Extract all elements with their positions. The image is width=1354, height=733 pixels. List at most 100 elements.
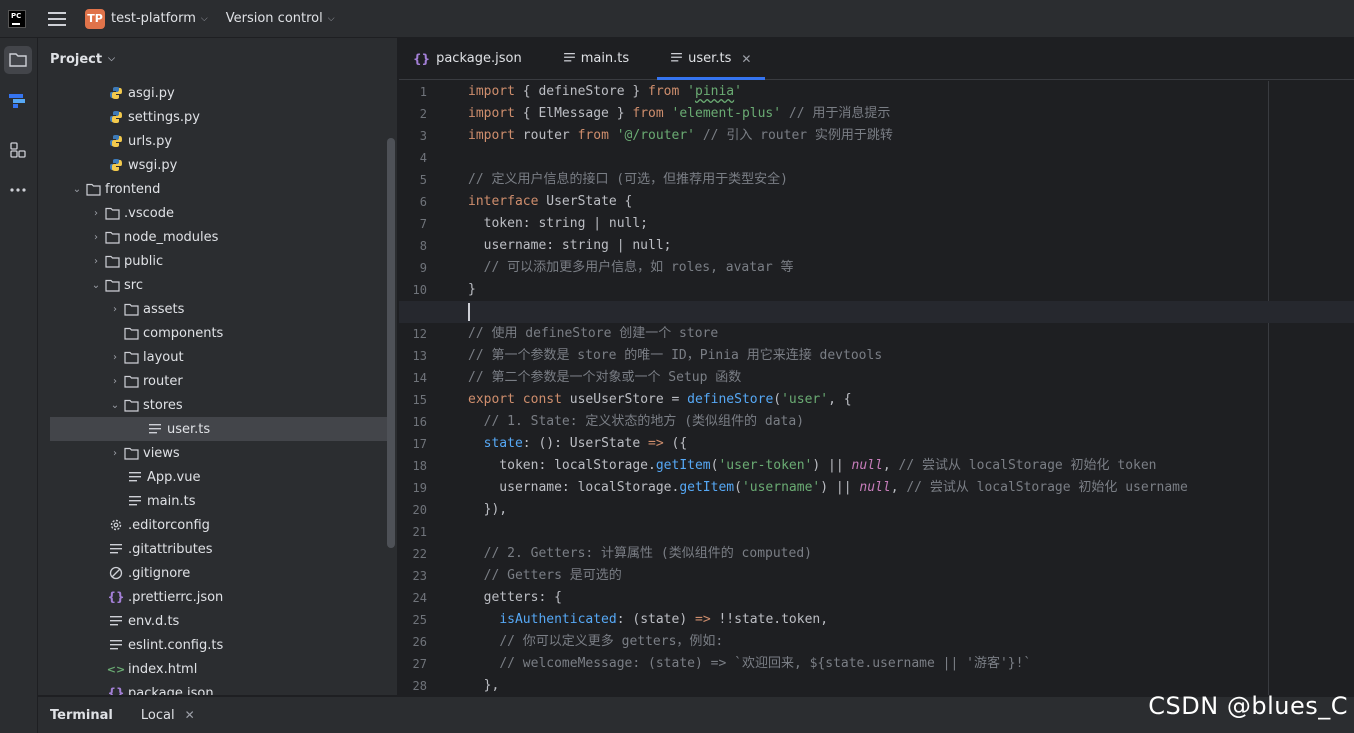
tab-main-ts[interactable]: main.ts xyxy=(550,38,643,80)
code-line[interactable]: // 2. Getters: 计算属性 (类似组件的 computed) xyxy=(468,543,1348,565)
code-line[interactable]: }), xyxy=(468,499,1348,521)
chevron-right-icon[interactable]: › xyxy=(107,304,123,315)
code-line[interactable]: // 使用 defineStore 创建一个 store xyxy=(468,323,1348,345)
close-icon[interactable]: ✕ xyxy=(741,52,751,66)
chevron-down-icon[interactable]: ⌄ xyxy=(107,400,123,411)
chevron-right-icon[interactable]: › xyxy=(107,352,123,363)
tree-item-eslint-config[interactable]: eslint.config.ts xyxy=(38,633,388,657)
code-line[interactable]: // Getters 是可选的 xyxy=(468,565,1348,587)
close-icon[interactable]: ✕ xyxy=(185,708,195,722)
tree-item-gitattributes[interactable]: .gitattributes xyxy=(38,537,388,561)
code-line[interactable]: // 你可以定义更多 getters，例如: xyxy=(468,631,1348,653)
code-line[interactable]: state: (): UserState => ({ xyxy=(468,433,1348,455)
tree-item-editorconfig[interactable]: .editorconfig xyxy=(38,513,388,537)
tree-item-layout[interactable]: › layout xyxy=(38,345,388,369)
chevron-down-icon[interactable]: ⌵ xyxy=(108,54,115,64)
tree-item-frontend[interactable]: ⌄ frontend xyxy=(38,177,388,201)
terminal-tab-local[interactable]: Local xyxy=(141,708,175,723)
chevron-right-icon[interactable]: › xyxy=(88,256,104,267)
plugins-tool-icon[interactable] xyxy=(4,136,32,164)
tree-item-package-json[interactable]: {} package.json xyxy=(38,681,388,696)
main-menu-icon[interactable] xyxy=(48,11,66,26)
code-line[interactable]: export const useUserStore = defineStore(… xyxy=(468,389,1348,411)
project-switcher[interactable]: test-platform xyxy=(111,11,196,26)
folder-icon xyxy=(123,301,139,317)
code-line[interactable]: getters: { xyxy=(468,587,1348,609)
chevron-down-icon[interactable]: ⌄ xyxy=(88,280,104,291)
terminal-title[interactable]: Terminal xyxy=(50,708,113,723)
code-line[interactable]: isAuthenticated: (state) => !!state.toke… xyxy=(468,609,1348,631)
folder-icon xyxy=(104,277,120,293)
line-number: 16 xyxy=(412,415,427,429)
tree-item-label: .prettierrc.json xyxy=(128,589,224,605)
line-number: 4 xyxy=(419,151,427,165)
python-file-icon xyxy=(108,109,124,125)
tree-item-stores[interactable]: ⌄ stores xyxy=(38,393,388,417)
chevron-down-icon[interactable]: ⌵ xyxy=(201,14,208,24)
code-line[interactable]: // welcomeMessage: (state) => `欢迎回来, ${s… xyxy=(468,653,1348,675)
code-line[interactable]: import router from '@/router' // 引入 rout… xyxy=(468,125,1348,147)
code-line[interactable]: token: string | null; xyxy=(468,213,1348,235)
code-line[interactable]: username: string | null; xyxy=(468,235,1348,257)
tree-item-user-ts[interactable]: user.ts xyxy=(50,417,388,441)
chevron-down-icon[interactable]: ⌵ xyxy=(328,14,335,24)
code-line[interactable] xyxy=(468,521,1348,543)
tree-item-label: public xyxy=(124,253,164,269)
code-line[interactable]: // 第一个参数是 store 的唯一 ID，Pinia 用它来连接 devto… xyxy=(468,345,1348,367)
structure-tool-icon[interactable] xyxy=(4,86,32,114)
project-panel-header[interactable]: Project ⌵ xyxy=(38,38,397,80)
tree-item-label: wsgi.py xyxy=(128,157,178,173)
tree-item-urls[interactable]: urls.py xyxy=(38,129,388,153)
tree-item-gitignore[interactable]: .gitignore xyxy=(38,561,388,585)
tree-item-label: components xyxy=(143,325,224,341)
code-line[interactable]: interface UserState { xyxy=(468,191,1348,213)
tree-item-public[interactable]: › public xyxy=(38,249,388,273)
code-line[interactable]: // 定义用户信息的接口 (可选，但推荐用于类型安全) xyxy=(468,169,1348,191)
code-line[interactable] xyxy=(399,301,1354,323)
code-lines[interactable]: import { defineStore } from 'pinia' impor… xyxy=(399,81,1354,695)
tree-item-assets[interactable]: › assets xyxy=(38,297,388,321)
line-number-gutter[interactable]: 1 2 3 4 5 6 7 8 9 10 11 12 13 14 15 16 1… xyxy=(399,81,463,695)
tree-item-src[interactable]: ⌄ src xyxy=(38,273,388,297)
more-tools-icon[interactable] xyxy=(4,176,32,204)
code-line[interactable]: token: localStorage.getItem('user-token'… xyxy=(468,455,1348,477)
code-line[interactable]: import { defineStore } from 'pinia' xyxy=(468,81,1348,103)
code-line[interactable]: } xyxy=(468,279,1348,301)
code-line[interactable]: // 1. State: 定义状态的地方 (类似组件的 data) xyxy=(468,411,1348,433)
folder-icon xyxy=(123,445,139,461)
code-line[interactable]: // 第二个参数是一个对象或一个 Setup 函数 xyxy=(468,367,1348,389)
tree-item-index-html[interactable]: <> index.html xyxy=(38,657,388,681)
code-line[interactable]: import { ElMessage } from 'element-plus'… xyxy=(468,103,1348,125)
tree-item-asgi[interactable]: asgi.py xyxy=(38,81,388,105)
code-editor[interactable]: 1 2 3 4 5 6 7 8 9 10 11 12 13 14 15 16 1… xyxy=(399,81,1354,695)
tree-item-node-modules[interactable]: › node_modules xyxy=(38,225,388,249)
tree-item-label: stores xyxy=(143,397,183,413)
tree-item-wsgi[interactable]: wsgi.py xyxy=(38,153,388,177)
tree-item-env-d-ts[interactable]: env.d.ts xyxy=(38,609,388,633)
tree-item-views[interactable]: › views xyxy=(38,441,388,465)
chevron-down-icon[interactable]: ⌄ xyxy=(69,184,85,195)
project-tool-icon[interactable] xyxy=(4,46,32,74)
line-number: 9 xyxy=(419,261,427,275)
project-scrollbar[interactable] xyxy=(387,138,395,548)
tree-item-prettierrc[interactable]: {} .prettierrc.json xyxy=(38,585,388,609)
tab-label: user.ts xyxy=(688,51,732,66)
tree-item-main-ts[interactable]: main.ts xyxy=(38,489,388,513)
chevron-right-icon[interactable]: › xyxy=(88,232,104,243)
code-line[interactable]: // 可以添加更多用户信息，如 roles, avatar 等 xyxy=(468,257,1348,279)
tree-item-vscode[interactable]: › .vscode xyxy=(38,201,388,225)
chevron-right-icon[interactable]: › xyxy=(88,208,104,219)
line-number: 8 xyxy=(419,239,427,253)
project-badge[interactable]: TP xyxy=(85,8,105,29)
tree-item-router[interactable]: › router xyxy=(38,369,388,393)
chevron-right-icon[interactable]: › xyxy=(107,448,123,459)
chevron-right-icon[interactable]: › xyxy=(107,376,123,387)
tab-user-ts[interactable]: user.ts ✕ xyxy=(657,38,766,80)
tree-item-settings[interactable]: settings.py xyxy=(38,105,388,129)
code-line[interactable]: username: localStorage.getItem('username… xyxy=(468,477,1348,499)
version-control-menu[interactable]: Version control xyxy=(226,11,323,26)
tree-item-components[interactable]: components xyxy=(38,321,388,345)
tree-item-app-vue[interactable]: App.vue xyxy=(38,465,388,489)
tab-package-json[interactable]: {} package.json xyxy=(399,38,536,80)
code-line[interactable] xyxy=(468,147,1348,169)
